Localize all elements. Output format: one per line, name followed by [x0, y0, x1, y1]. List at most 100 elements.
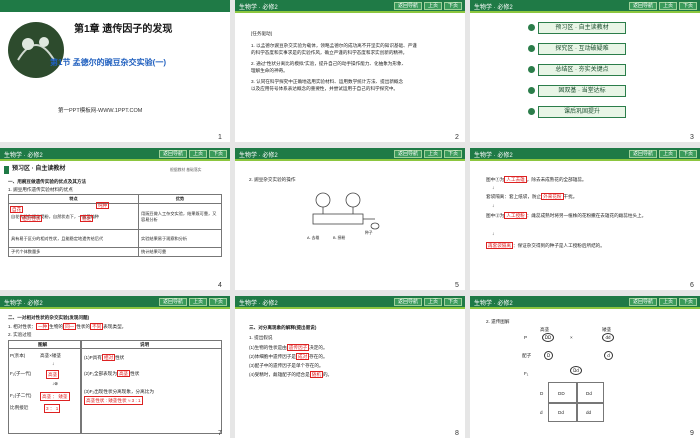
text: 干扰。 — [563, 194, 578, 199]
text: (2)F₁全部表现为 — [84, 371, 117, 376]
punnett-cell: Dd — [586, 391, 592, 396]
answer-box: 一种 — [36, 323, 50, 330]
table-header: 说明 — [140, 342, 150, 347]
slide-thumbnail-2[interactable]: 生物学 · 必修2 返回导航 上页 下页 [任务驱动] 1. 以孟德尔豌豆杂交实… — [235, 0, 465, 142]
slide-number: 2 — [455, 134, 459, 141]
arrow-down-icon: ↓ — [52, 361, 55, 366]
generation-f1: F₁(子一代) — [10, 371, 32, 376]
back-to-nav-button[interactable]: 返回导航 — [158, 150, 187, 158]
section-title: 三、对分离现象的解释(提出假说) — [249, 325, 317, 330]
subheading: 1. 提出假说 — [249, 335, 273, 340]
bullet-icon — [528, 108, 535, 115]
prev-page-button[interactable]: 上页 — [658, 150, 677, 158]
answer-box: 相对 — [101, 354, 116, 361]
slide-header: 生物学 · 必修2 返回导航 上页 下页 — [0, 296, 230, 309]
text: 1. 相对性状： — [8, 324, 37, 329]
answer-box: 高茎 — [116, 370, 131, 377]
slide-thumbnail-6[interactable]: 生物学 · 必修2 返回导航 上页 下页 图中①为 人工去雄 ，除去未成熟花的全部雄… — [470, 148, 700, 290]
title-bar — [0, 0, 230, 12]
menu-item-preview[interactable]: 预习区 · 自主读教材 — [538, 22, 626, 34]
back-to-nav-button[interactable]: 返回导航 — [158, 298, 187, 306]
menu-item-practice[interactable]: 固双基 · 当堂达标 — [538, 85, 626, 97]
slide-thumbnail-5[interactable]: 生物学 · 必修2 返回导航 上页 下页 2. 豌豆杂交实验的操作 A. 去雄 … — [235, 148, 465, 290]
advantages-table: 特点 优势 自花传粉和闭花受粉，自然状态下，一般是纯种 用豌豆做人工杂交实验，结果既… — [8, 194, 222, 257]
answer-box: 3 ： 1 — [44, 404, 61, 413]
next-page-button[interactable]: 下页 — [443, 150, 462, 158]
next-page-button[interactable]: 下页 — [678, 298, 697, 306]
back-to-nav-button[interactable]: 返回导航 — [393, 150, 422, 158]
bullet-icon — [528, 45, 535, 52]
answer-box: 人工授粉 — [504, 212, 527, 219]
table-header: 图解 — [38, 342, 48, 347]
step-4: 再套袋隔离 ：保证杂交得到的种子是人工授粉后所结的。 — [486, 242, 605, 249]
prev-page-button[interactable]: 上页 — [658, 2, 677, 10]
slide-header: 生物学 · 必修2 返回导航 上页 下页 — [0, 148, 230, 161]
bullet-icon — [528, 66, 535, 73]
next-page-button[interactable]: 下页 — [443, 298, 462, 306]
prev-page-button[interactable]: 上页 — [658, 298, 677, 306]
template-footer: 第一PPT模板网-WWW.1PPT.COM — [58, 108, 143, 114]
table-cell: 实验结果易于观察和分析 — [138, 229, 222, 248]
slide-header: 生物学 · 必修2 返回导航 上页 下页 — [470, 148, 700, 161]
hypothesis-1: (1)生物的性状是由 遗传因子 决定的。 — [249, 344, 328, 351]
prev-page-button[interactable]: 上页 — [423, 298, 442, 306]
note-1: (1)P具有 相对 性状 — [84, 354, 124, 361]
generation-f2: F₂(子二代) — [10, 393, 32, 398]
back-to-nav-button[interactable]: 返回导航 — [628, 2, 657, 10]
prev-page-button[interactable]: 上页 — [423, 150, 442, 158]
menu-item-explore[interactable]: 探究区 · 互动破疑难 — [538, 43, 626, 55]
label-emasculation: A. 去雄 — [307, 236, 320, 240]
answer-box: 不同 — [90, 323, 104, 330]
hypothesis-2: (2)体细胞中遗传因子是 成对 存在的。 — [249, 353, 328, 360]
slide-number: 7 — [218, 430, 222, 437]
section-title: 二、一对相对性状的杂交实验(发现问题) — [8, 315, 90, 320]
slide-header: 生物学 · 必修2 返回导航 上页 下页 — [470, 296, 700, 309]
slide-number: 6 — [690, 282, 694, 289]
text: 决定的。 — [309, 345, 328, 350]
slide-thumbnail-3[interactable]: 生物学 · 必修2 返回导航 上页 下页 预习区 · 自主读教材 探究区 · 互… — [470, 0, 700, 142]
hypothesis-4: (4)受精时，雌雄配子的结合是 随机 的。 — [249, 371, 332, 378]
back-to-nav-button[interactable]: 返回导航 — [393, 298, 422, 306]
text: 图中②为 — [486, 213, 505, 218]
gamete-circle: d — [604, 351, 613, 360]
section-title: 2. 遗传图解 — [486, 319, 510, 324]
next-page-button[interactable]: 下页 — [678, 150, 697, 158]
back-to-nav-button[interactable]: 返回导航 — [628, 298, 657, 306]
back-to-nav-button[interactable]: 返回导航 — [393, 2, 422, 10]
answer-box: 相对性状 — [20, 215, 43, 222]
text: 性状 — [115, 355, 125, 360]
table-header: 特点 — [8, 194, 139, 204]
answer-box: 自花 — [10, 206, 24, 213]
prev-page-button[interactable]: 上页 — [188, 150, 207, 158]
answer-box: 纯种 — [96, 202, 110, 209]
task-line: 理解生命的神奇。 — [251, 68, 288, 73]
next-page-button[interactable]: 下页 — [208, 150, 227, 158]
answer-box: 成对 — [295, 353, 310, 360]
menu-item-summary[interactable]: 总结区 · 夯实关键点 — [538, 64, 626, 76]
punnett-cell: Dd — [558, 410, 564, 415]
arrow-down-icon: ↓ — [492, 203, 495, 208]
self-cross-icon: ↓⊗ — [52, 381, 59, 386]
slide-thumbnail-4[interactable]: 生物学 · 必修2 返回导航 上页 下页 预习区 · 自主读教材 根据教材 基础… — [0, 148, 230, 290]
grid-divider — [548, 402, 604, 404]
text: (4)受精时，雌雄配子的结合是 — [249, 372, 310, 377]
prev-page-button[interactable]: 上页 — [188, 298, 207, 306]
slide-thumbnail-9[interactable]: 生物学 · 必修2 返回导航 上页 下页 2. 遗传图解 高茎 矮茎 P DD … — [470, 296, 700, 438]
subject-label: 生物学 · 必修2 — [474, 5, 513, 11]
slide-thumbnail-8[interactable]: 生物学 · 必修2 返回导航 上页 下页 三、对分离现象的解释(提出假说) 1.… — [235, 296, 465, 438]
slide-thumbnail-7[interactable]: 生物学 · 必修2 返回导航 上页 下页 二、一对相对性状的杂交实验(发现问题)… — [0, 296, 230, 438]
slide-header: 生物学 · 必修2 返回导航 上页 下页 — [235, 0, 465, 13]
menu-item-homework[interactable]: 课后巩固提升 — [538, 106, 626, 118]
table-cell: 用豌豆做人工杂交实验，结果既可靠，又容易分析 — [138, 203, 222, 230]
genotype-circle: DD — [542, 333, 554, 342]
answer-box: 随机 — [309, 371, 323, 378]
slide-thumbnail-1[interactable]: 第1章 遗传因子的发现 第1节 孟德尔的豌豆杂交实验(一) 第一PPT模板网-W… — [0, 0, 230, 142]
next-page-button[interactable]: 下页 — [443, 2, 462, 10]
prev-page-button[interactable]: 上页 — [423, 2, 442, 10]
next-page-button[interactable]: 下页 — [678, 2, 697, 10]
slide-number: 1 — [218, 134, 222, 141]
label-pollination: B. 授粉 — [333, 236, 346, 240]
next-page-button[interactable]: 下页 — [208, 298, 227, 306]
back-to-nav-button[interactable]: 返回导航 — [628, 150, 657, 158]
text: (1)P具有 — [84, 355, 102, 360]
